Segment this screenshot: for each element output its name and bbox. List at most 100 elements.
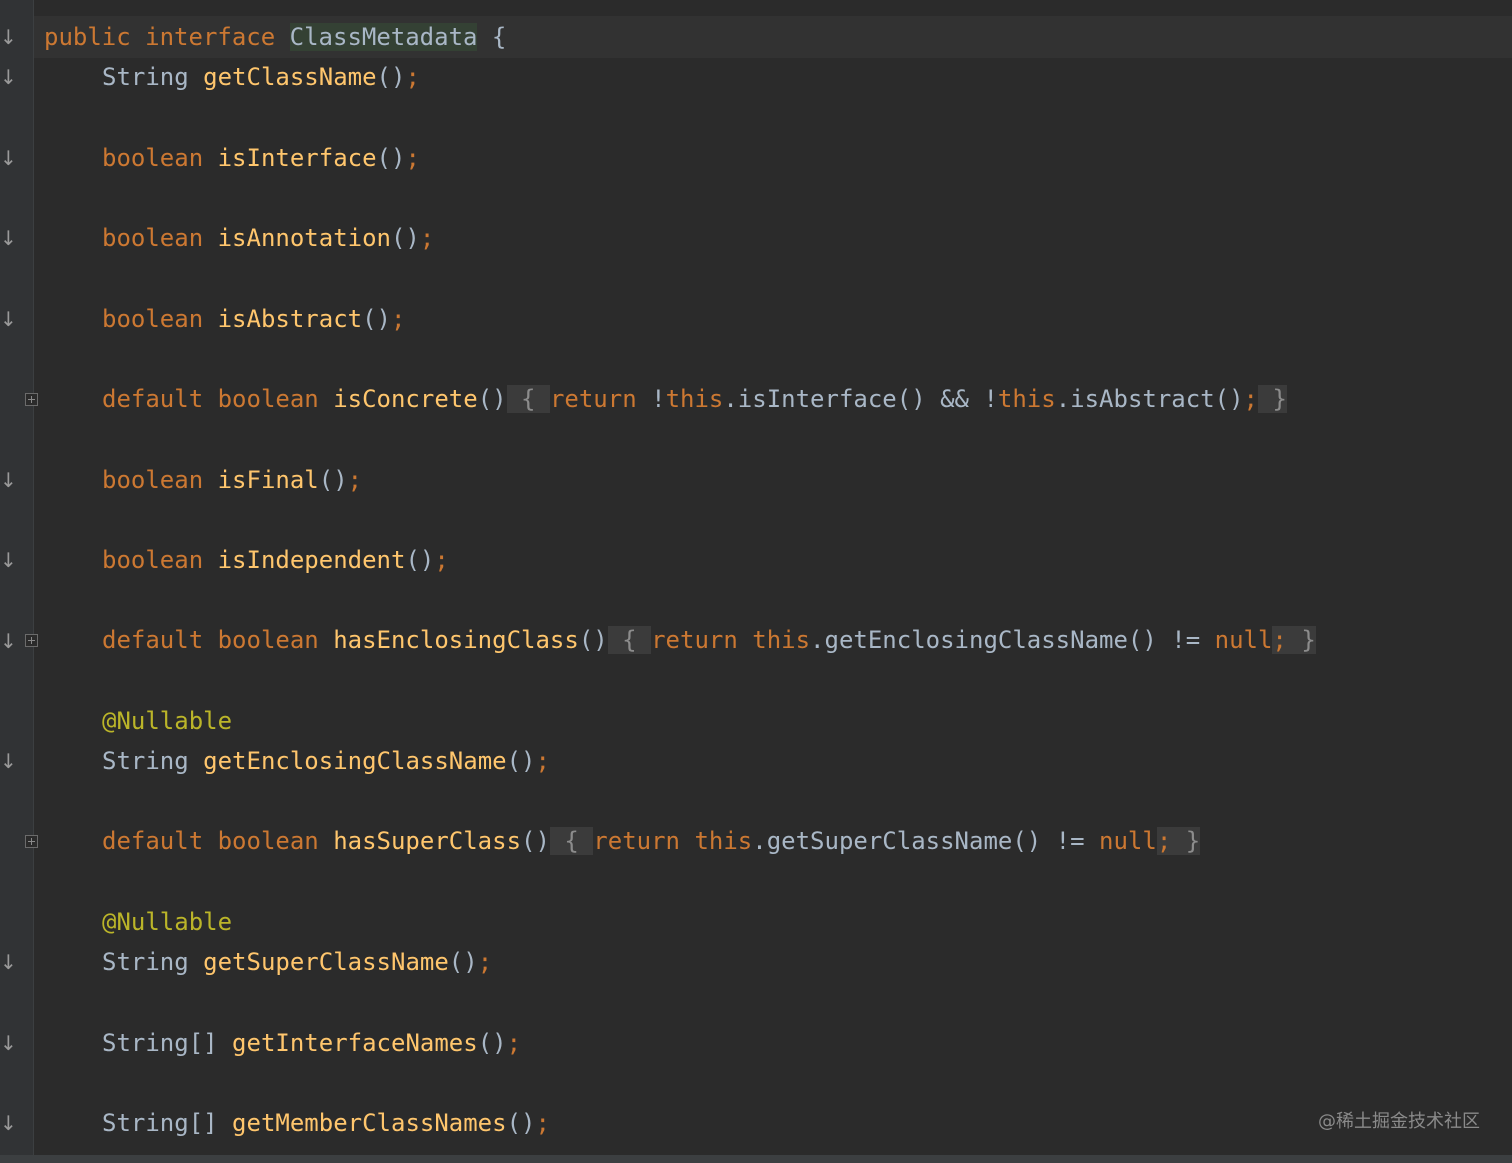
annotation[interactable]: @Nullable	[102, 707, 232, 735]
semicolon: ;	[506, 1029, 522, 1057]
implemented-marker-icon[interactable]: ↓	[0, 1110, 17, 1136]
expression: .isAbstract()	[1055, 385, 1244, 413]
method-name[interactable]: isAnnotation	[218, 224, 391, 252]
type: String	[102, 63, 204, 91]
semicolon: ;	[477, 948, 493, 976]
semicolon: ;	[347, 466, 363, 494]
semicolon: ;	[535, 1109, 550, 1137]
parens: ()	[376, 144, 406, 172]
fold-expand-icon[interactable]	[25, 634, 38, 647]
method-name[interactable]: hasEnclosingClass	[333, 626, 579, 654]
method-name[interactable]: getInterfaceNames	[232, 1029, 478, 1057]
keyword: boolean	[102, 546, 218, 574]
parens: ()	[506, 1109, 536, 1137]
keyword: default boolean	[102, 827, 334, 855]
keyword: null	[1099, 827, 1157, 855]
implemented-marker-icon[interactable]: ↓	[0, 467, 17, 493]
folded-open-brace[interactable]: {	[549, 827, 594, 855]
class-name[interactable]: ClassMetadata	[289, 23, 478, 51]
method-name[interactable]: isConcrete	[333, 385, 478, 413]
parens: ()	[477, 385, 507, 413]
parens: ()	[578, 626, 608, 654]
code-line: boolean isInterface();	[44, 138, 420, 178]
code-line: boolean isAbstract();	[44, 299, 405, 339]
implemented-marker-icon[interactable]: ↓	[0, 628, 17, 654]
parens: ()	[477, 1029, 507, 1057]
method-name[interactable]: hasSuperClass	[333, 827, 521, 855]
folded-open-brace[interactable]: {	[506, 385, 550, 413]
folded-close-brace[interactable]: }	[1171, 827, 1201, 855]
folded-close-brace[interactable]: }	[1286, 626, 1316, 654]
keyword: public interface	[44, 23, 290, 51]
keyword: boolean	[102, 224, 218, 252]
semicolon: ;	[535, 747, 550, 775]
keyword: boolean	[102, 305, 218, 333]
method-name[interactable]: getSuperClassName	[203, 948, 449, 976]
folded-open-brace[interactable]: {	[607, 626, 652, 654]
implemented-marker-icon[interactable]: ↓	[0, 306, 17, 332]
code-line: @Nullable	[44, 701, 232, 741]
code-line: default boolean isConcrete() { return !t…	[44, 379, 1287, 419]
parens: ()	[376, 63, 406, 91]
parens: ()	[506, 747, 536, 775]
semicolon: ;	[1272, 626, 1287, 654]
method-name[interactable]: isFinal	[218, 466, 319, 494]
code-line: String[] getMemberClassNames();	[44, 1103, 550, 1143]
keyword: this	[997, 385, 1056, 413]
operator: !	[983, 385, 998, 413]
keyword: return	[549, 385, 652, 413]
method-name[interactable]: isAbstract	[218, 305, 363, 333]
folded-close-brace[interactable]: }	[1258, 385, 1287, 413]
type: String[]	[102, 1109, 233, 1137]
code-editor[interactable]: ↓ ↓ ↓ ↓ ↓ ↓ ↓ ↓ ↓ ↓ ↓ ↓ public interface…	[0, 0, 1512, 1163]
implemented-marker-icon[interactable]: ↓	[0, 225, 17, 251]
method-name[interactable]: getClassName	[203, 63, 376, 91]
code-line: boolean isAnnotation();	[44, 218, 434, 258]
keyword: boolean	[102, 144, 218, 172]
parens: ()	[521, 827, 550, 855]
implemented-marker-icon[interactable]: ↓	[0, 145, 17, 171]
keyword: boolean	[102, 466, 218, 494]
operator: !	[651, 385, 666, 413]
fold-expand-icon[interactable]	[25, 393, 38, 406]
parens: ()	[405, 546, 435, 574]
keyword: default boolean	[102, 626, 334, 654]
semicolon: ;	[1243, 385, 1258, 413]
bottom-edge	[0, 1155, 1512, 1163]
code-line: String[] getInterfaceNames();	[44, 1023, 521, 1063]
parens: ()	[362, 305, 391, 333]
semicolon: ;	[391, 305, 406, 333]
punctuation: {	[477, 23, 507, 51]
editor-top-strip	[0, 0, 1512, 14]
keyword: return	[593, 827, 695, 855]
fold-expand-icon[interactable]	[25, 835, 38, 848]
code-line: boolean isIndependent();	[44, 540, 449, 580]
method-name[interactable]: getEnclosingClassName	[203, 747, 506, 775]
semicolon: ;	[405, 63, 420, 91]
type: String	[102, 747, 204, 775]
keyword: null	[1214, 626, 1273, 654]
semicolon: ;	[419, 224, 435, 252]
implemented-marker-icon[interactable]: ↓	[0, 1030, 17, 1056]
parens: ()	[390, 224, 420, 252]
expression: .getEnclosingClassName() !=	[810, 626, 1215, 654]
method-name[interactable]: getMemberClassNames	[232, 1109, 507, 1137]
expression: .getSuperClassName() !=	[752, 827, 1100, 855]
implemented-marker-icon[interactable]: ↓	[0, 949, 17, 975]
implemented-marker-icon[interactable]: ↓	[0, 64, 17, 90]
code-line: default boolean hasSuperClass() { return…	[44, 821, 1201, 861]
method-name[interactable]: isInterface	[218, 144, 377, 172]
annotation[interactable]: @Nullable	[102, 908, 232, 936]
implemented-marker-icon[interactable]: ↓	[0, 547, 17, 573]
gutter: ↓ ↓ ↓ ↓ ↓ ↓ ↓ ↓ ↓ ↓ ↓ ↓	[0, 0, 34, 1163]
implemented-marker-icon[interactable]: ↓	[0, 24, 17, 50]
code-line: @Nullable	[44, 902, 232, 942]
keyword: default boolean	[102, 385, 334, 413]
code-line: boolean isFinal();	[44, 460, 362, 500]
code-line: String getSuperClassName();	[44, 942, 492, 982]
method-name[interactable]: isIndependent	[218, 546, 406, 574]
keyword: return	[651, 626, 753, 654]
code-line: String getEnclosingClassName();	[44, 741, 550, 781]
semicolon: ;	[405, 144, 420, 172]
implemented-marker-icon[interactable]: ↓	[0, 748, 17, 774]
